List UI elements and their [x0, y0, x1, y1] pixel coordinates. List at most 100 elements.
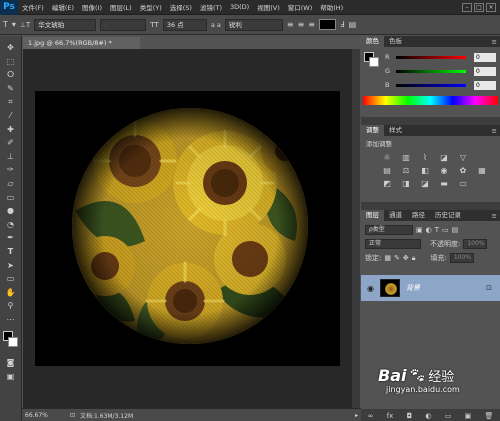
text-color-swatch[interactable] — [319, 19, 336, 30]
tab-layers[interactable]: 图层 — [361, 210, 384, 221]
channel-mixer-icon[interactable]: ✿ — [457, 166, 469, 176]
posterize-icon[interactable]: ◨ — [400, 179, 412, 189]
blend-mode-select[interactable]: 正常 — [365, 239, 421, 249]
green-track[interactable] — [396, 69, 466, 73]
photo-filter-icon[interactable]: ◉ — [438, 166, 450, 176]
blur-tool-icon[interactable]: ● — [3, 205, 19, 217]
pen-tool-icon[interactable]: ✒ — [3, 232, 19, 244]
lock-paint-icon[interactable]: ✎ — [394, 254, 400, 262]
link-layers-icon[interactable]: ∞ — [368, 412, 374, 420]
gradient-map-icon[interactable]: ▬ — [438, 179, 450, 189]
vertical-scrollbar[interactable] — [352, 49, 360, 408]
selective-color-icon[interactable]: ▭ — [457, 179, 469, 189]
green-slider[interactable]: G 0 — [361, 64, 500, 78]
document-info[interactable]: 文档:1.63M/3.12M — [80, 411, 133, 420]
zoom-level[interactable]: 66.67% — [22, 412, 70, 419]
stamp-tool-icon[interactable]: ⊥ — [3, 151, 19, 163]
text-orientation-icon[interactable]: ⊥T — [20, 19, 30, 31]
layer-kind-select[interactable]: ρ类型 — [365, 225, 413, 235]
tab-color[interactable]: 颜色 — [361, 36, 384, 47]
close-icon[interactable]: × — [486, 2, 496, 12]
hand-tool-icon[interactable]: ✋ — [3, 287, 19, 299]
color-lookup-icon[interactable]: ▦ — [476, 166, 488, 176]
lasso-tool-icon[interactable]: ⵔ — [3, 69, 19, 81]
type-tool-icon[interactable]: T — [3, 19, 8, 31]
tab-adjustments[interactable]: 调整 — [361, 125, 384, 136]
menu-image[interactable]: 图像(I) — [78, 2, 106, 12]
opacity-input[interactable]: 100% — [463, 239, 488, 249]
filter-shape-icon[interactable]: ▭ — [442, 226, 449, 234]
black-white-icon[interactable]: ◧ — [419, 166, 431, 176]
menu-file[interactable]: 文件(F) — [18, 2, 48, 12]
maximize-icon[interactable]: □ — [474, 2, 484, 12]
invert-icon[interactable]: ◩ — [381, 179, 393, 189]
lock-all-icon[interactable]: 🔒︎ — [412, 254, 416, 263]
zoom-tool-icon[interactable]: ⚲ — [3, 300, 19, 312]
align-left-icon[interactable]: ≡ — [287, 19, 294, 31]
anti-alias-select[interactable]: 锐利 — [224, 18, 283, 31]
font-size-select[interactable]: 36 点 — [162, 18, 207, 31]
image-canvas[interactable] — [35, 91, 340, 366]
shape-tool-icon[interactable]: ▭ — [3, 273, 19, 285]
menu-view[interactable]: 视图(V) — [253, 2, 284, 12]
character-panel-icon[interactable]: ▤ — [349, 19, 357, 31]
dodge-tool-icon[interactable]: ◔ — [3, 219, 19, 231]
layer-name[interactable]: 背景 — [406, 283, 420, 293]
exposure-icon[interactable]: ◪ — [438, 153, 450, 163]
menu-3d[interactable]: 3D(D) — [226, 3, 253, 11]
filter-type-icon[interactable]: T — [435, 226, 439, 234]
align-right-icon[interactable]: ≡ — [308, 19, 315, 31]
chevron-down-icon[interactable]: ▾ — [12, 19, 16, 31]
move-tool-icon[interactable]: ✥ — [3, 42, 19, 54]
eraser-tool-icon[interactable]: ▱ — [3, 178, 19, 190]
crop-tool-icon[interactable]: ⌗ — [3, 96, 19, 108]
type-tool-icon[interactable]: T — [3, 246, 19, 258]
align-center-icon[interactable]: ≡ — [298, 19, 305, 31]
lock-move-icon[interactable]: ✥ — [403, 254, 409, 262]
menu-help[interactable]: 帮助(H) — [316, 2, 347, 12]
red-slider[interactable]: R 0 — [361, 50, 500, 64]
panel-menu-icon[interactable]: ≡ — [492, 38, 500, 46]
hue-saturation-icon[interactable]: ▤ — [381, 166, 393, 176]
menu-edit[interactable]: 编辑(E) — [48, 2, 78, 12]
blue-track[interactable] — [396, 83, 466, 87]
marquee-tool-icon[interactable]: ⬚ — [3, 56, 19, 68]
brightness-icon[interactable]: ☼ — [381, 153, 393, 163]
gradient-tool-icon[interactable]: ▭ — [3, 192, 19, 204]
background-color[interactable] — [7, 337, 18, 348]
menu-select[interactable]: 选择(S) — [166, 2, 196, 12]
filter-pixel-icon[interactable]: ▣ — [416, 226, 423, 234]
red-value[interactable]: 0 — [474, 52, 496, 62]
fg-bg-preview[interactable] — [364, 52, 380, 68]
menu-type[interactable]: 类型(Y) — [136, 2, 166, 12]
document-tab[interactable]: 1.jpg @ 66.7%(RGB/8#) * — [23, 37, 140, 49]
brush-tool-icon[interactable]: ✐ — [3, 137, 19, 149]
menu-window[interactable]: 窗口(W) — [284, 2, 317, 12]
panel-menu-icon[interactable]: ≡ — [492, 212, 500, 220]
color-balance-icon[interactable]: ⚖ — [400, 166, 412, 176]
quick-select-tool-icon[interactable]: ✎ — [3, 83, 19, 95]
font-family-select[interactable]: 华文琥珀 — [34, 18, 97, 31]
more-tools-icon[interactable]: ⋯ — [3, 314, 19, 326]
font-style-select[interactable]: - — [100, 18, 147, 31]
tab-styles[interactable]: 样式 — [384, 125, 407, 136]
screen-mode-icon[interactable]: ▣ — [3, 371, 19, 383]
tab-channels[interactable]: 通道 — [384, 210, 407, 221]
color-swatches[interactable] — [2, 331, 20, 349]
blue-value[interactable]: 0 — [474, 80, 496, 90]
quick-mask-icon[interactable]: ◙ — [3, 357, 19, 369]
panel-menu-icon[interactable]: ≡ — [492, 127, 500, 135]
eyedropper-tool-icon[interactable]: ⁄ — [3, 110, 19, 122]
filter-adjust-icon[interactable]: ◐ — [426, 226, 432, 234]
layer-background[interactable]: ◉ 背景 ⊡ — [361, 275, 500, 301]
path-select-tool-icon[interactable]: ➤ — [3, 260, 19, 272]
filter-smart-icon[interactable]: ▤ — [452, 226, 459, 234]
threshold-icon[interactable]: ◪ — [419, 179, 431, 189]
curves-icon[interactable]: ⌇ — [419, 153, 431, 163]
red-track[interactable] — [396, 55, 466, 59]
eye-icon[interactable]: ◉ — [367, 284, 374, 293]
color-spectrum[interactable] — [363, 96, 498, 105]
tab-paths[interactable]: 路径 — [407, 210, 430, 221]
fill-input[interactable]: 100% — [449, 253, 474, 263]
healing-tool-icon[interactable]: ✚ — [3, 124, 19, 136]
